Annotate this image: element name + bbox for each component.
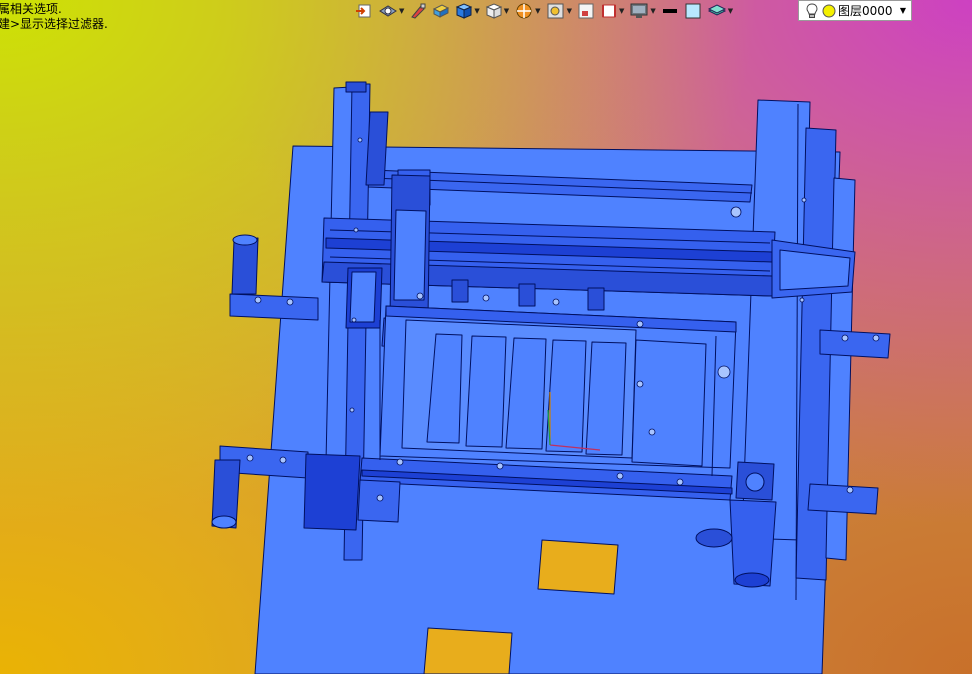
section-view-icon [516,3,532,19]
layer-stack-button[interactable]: ▼ [707,0,733,22]
left-cylinder [231,237,259,295]
zoom-fit-icon [547,3,564,19]
line-color-icon [662,9,677,13]
chevron-down-icon: ▼ [899,6,906,15]
heads-up-toolbar: ▼ ▼ ▼ ▼ ▼ ▼ ▼ ▼ [355,0,738,22]
chevron-down-icon: ▼ [650,7,656,15]
monitor-button[interactable]: ▼ [629,0,656,22]
material-icon [433,4,450,18]
zoom-fit-button[interactable]: ▼ [546,0,572,22]
edit-appearance-icon [411,3,426,19]
base-cutout [537,539,619,595]
edit-appearance-button[interactable] [409,0,427,22]
chevron-down-icon: ▼ [727,7,734,15]
line-color-button[interactable] [661,0,679,22]
cube-shaded-icon [456,3,473,19]
cube-display-icon [485,3,503,19]
chevron-down-icon: ▼ [535,7,541,15]
chevron-down-icon: ▼ [474,7,480,15]
view-orient-button[interactable]: ▼ [378,0,404,22]
layer-dropdown[interactable]: 图层0000 ▼ [798,0,912,21]
chevron-down-icon: ▼ [503,7,510,15]
view-orient-icon [379,5,397,17]
material-button[interactable] [432,0,450,22]
layout-button[interactable]: ▼ [600,0,624,22]
section-view-button[interactable]: ▼ [514,0,541,22]
fill-color-icon [685,3,701,19]
lightbulb-icon [806,2,818,18]
chevron-down-icon: ▼ [399,7,405,15]
cad-model[interactable] [0,0,972,674]
monitor-icon [630,3,648,18]
layer-stack-icon [707,4,726,16]
display-style-button[interactable]: ▼ [455,0,480,22]
layer-name: 图层0000 [838,4,893,18]
chevron-down-icon: ▼ [566,7,572,15]
hint-line-1: 属相关选项. [0,2,62,16]
fill-color-button[interactable] [684,0,702,22]
layer-color-icon [822,4,836,17]
hide-show-icon [578,3,594,19]
layout-icon [601,4,616,18]
import-icon [356,4,371,18]
hint-line-2: 建>显示选择过滤器. [0,17,108,31]
import-button[interactable] [355,0,373,22]
graphics-viewport[interactable]: 属相关选项. 建>显示选择过滤器. ▼ ▼ ▼ ▼ ▼ ▼ ▼ ▼ 图层0000… [0,0,972,674]
chevron-down-icon: ▼ [618,7,625,15]
hide-items-button[interactable]: ▼ [485,0,509,22]
base-cutout [423,627,513,674]
hide-show-button[interactable] [577,0,595,22]
